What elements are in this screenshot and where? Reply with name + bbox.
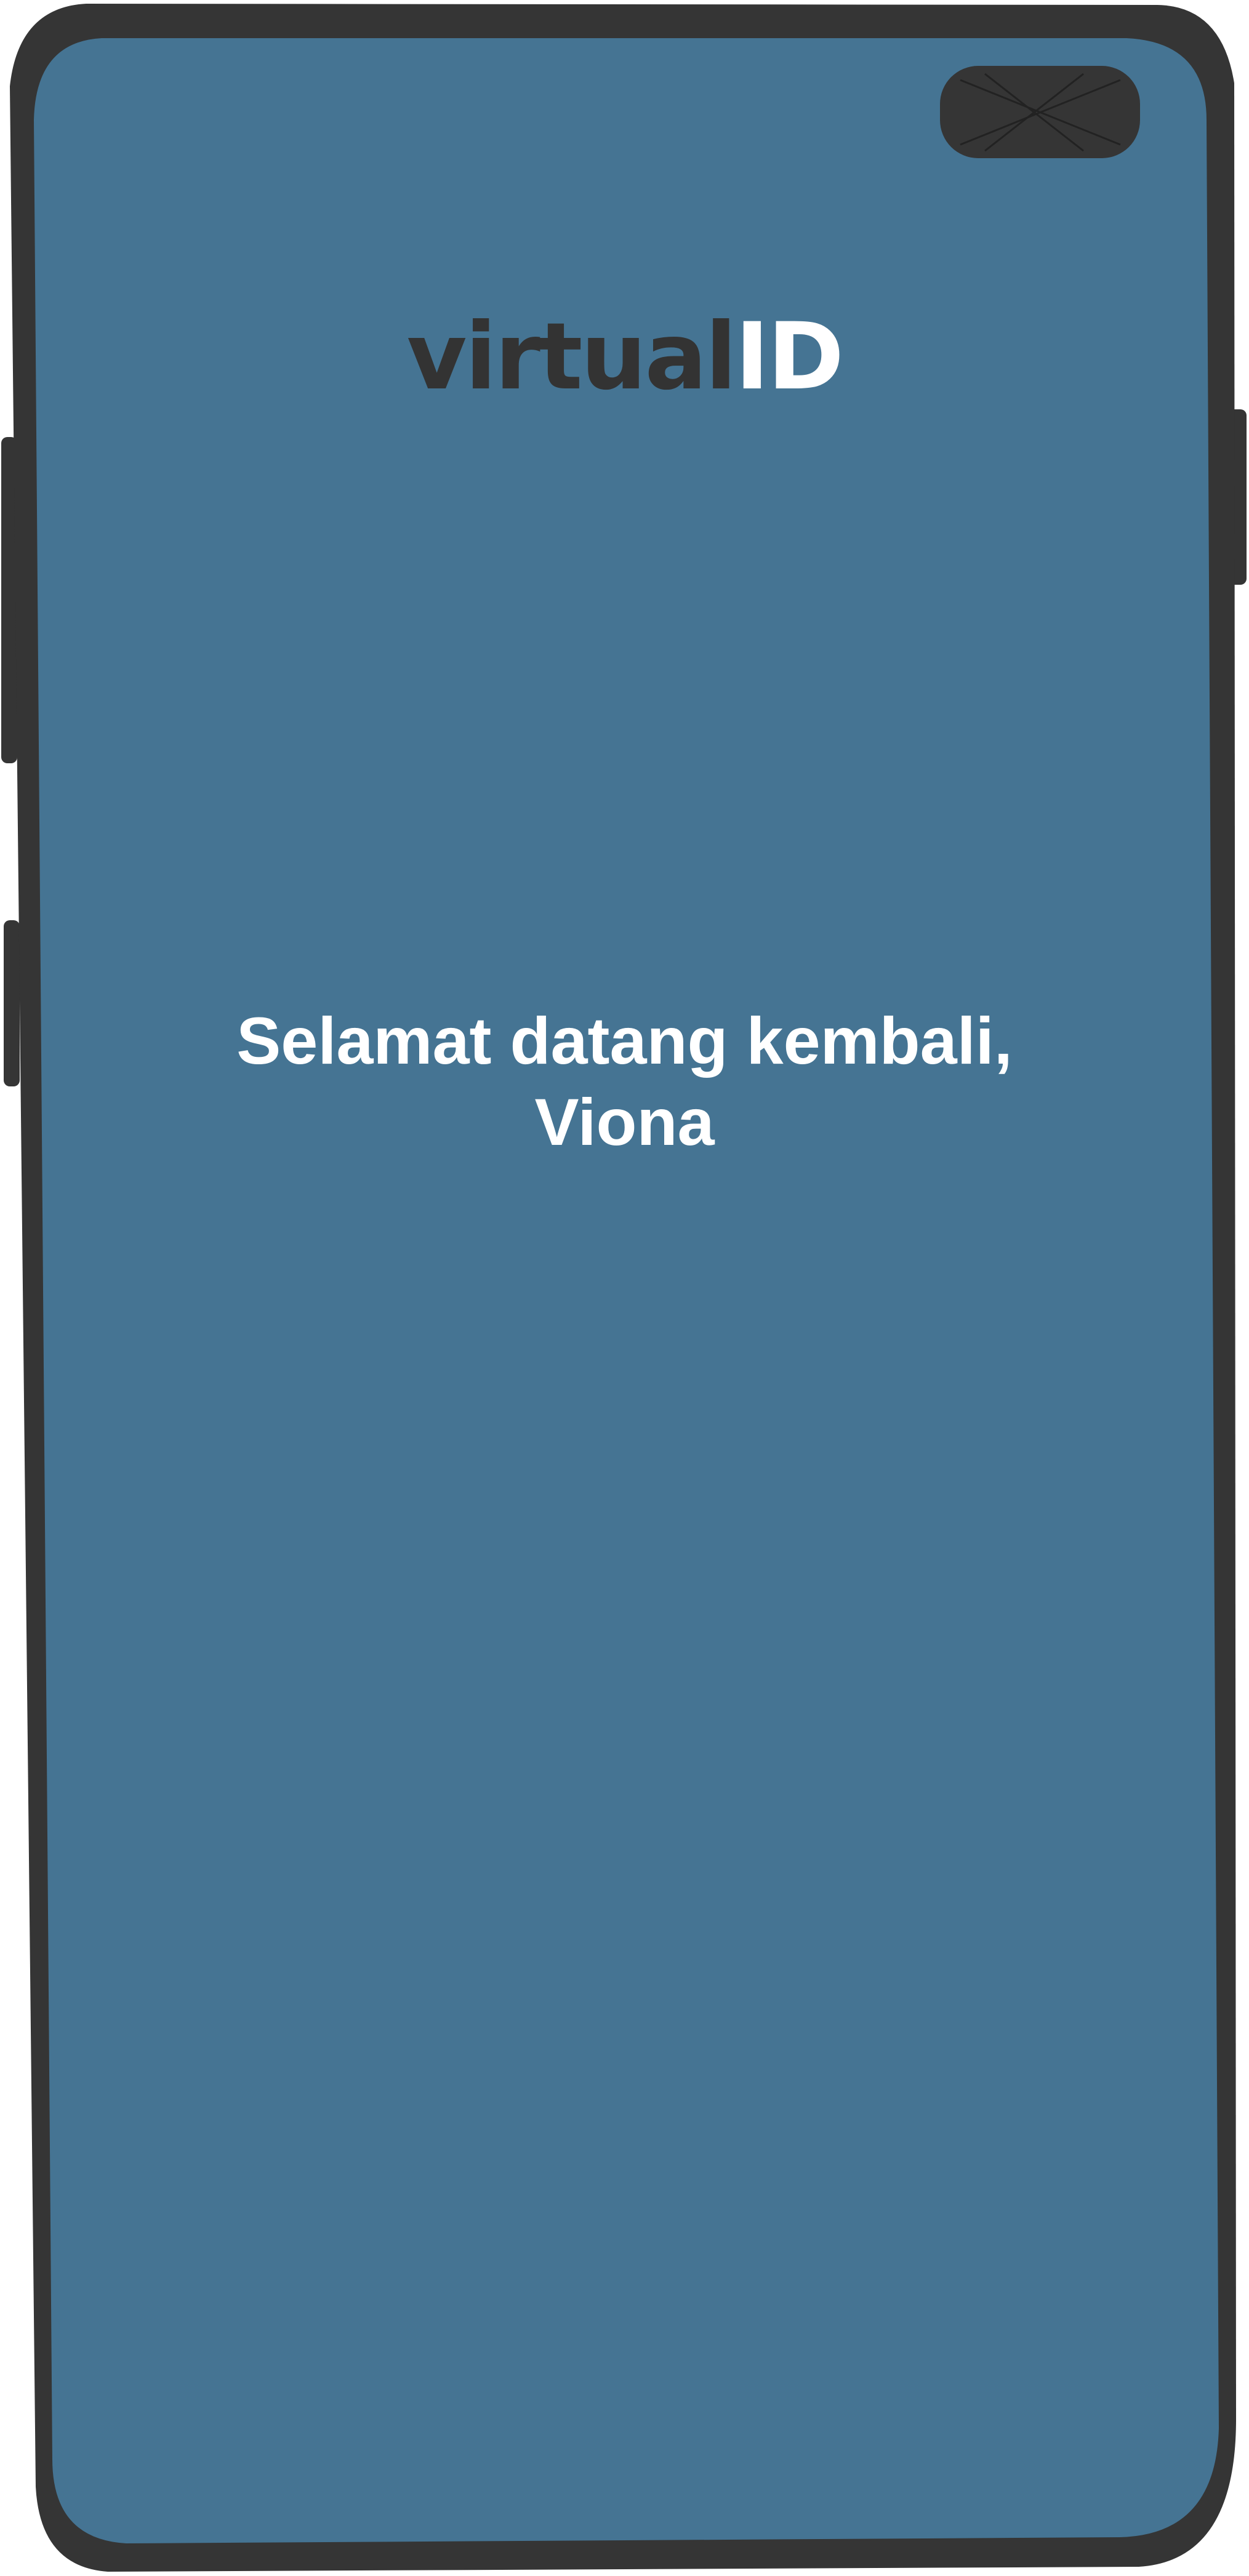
phone-frame (1, 4, 1247, 2572)
screen (34, 38, 1219, 2543)
bixby-button (4, 920, 20, 1086)
page: virtualID Selamat datang kembali, Viona (0, 0, 1249, 2576)
